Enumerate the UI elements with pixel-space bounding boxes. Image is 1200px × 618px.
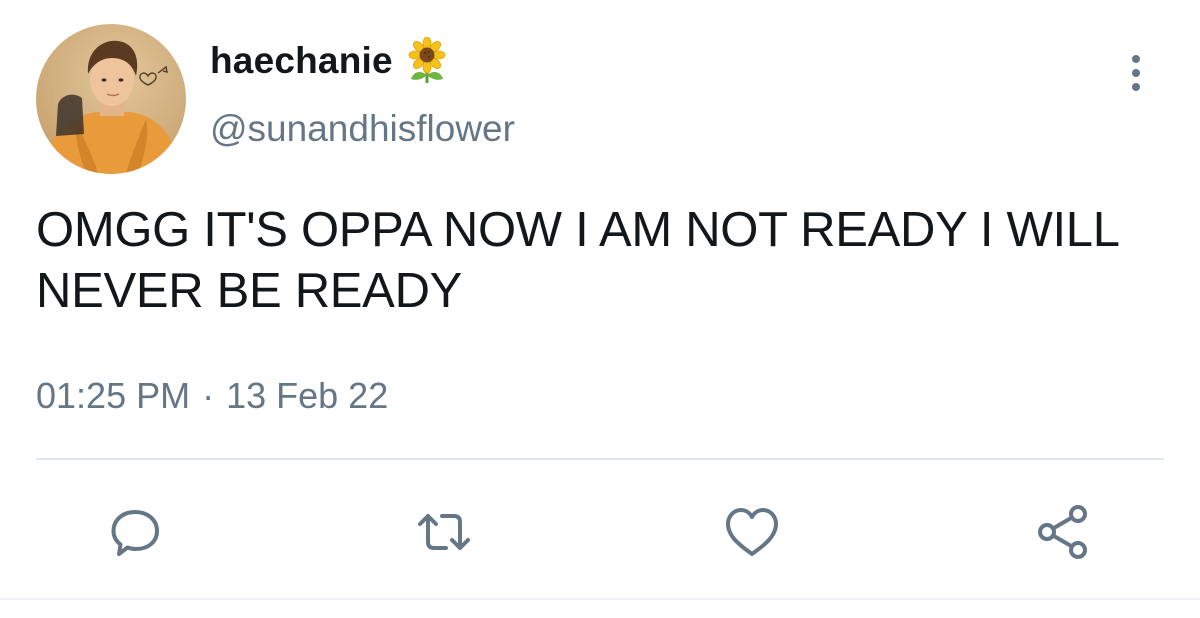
more-vertical-icon: [1132, 69, 1140, 77]
tweet-timestamp[interactable]: 01:25 PM · 13 Feb 22: [36, 375, 388, 417]
user-handle[interactable]: @sunandhisflower: [210, 108, 515, 150]
like-button[interactable]: [720, 500, 784, 564]
more-vertical-icon: [1132, 55, 1140, 63]
tweet-time: 01:25 PM: [36, 375, 191, 416]
display-name[interactable]: haechanie: [210, 40, 393, 82]
avatar-photo: [36, 24, 186, 174]
tweet-date: 13 Feb 22: [226, 375, 389, 416]
reply-icon: [111, 510, 159, 556]
tweet-card: haechanie @sunandhisflower OMGG IT'S OPP…: [0, 0, 1200, 618]
timestamp-separator: ·: [202, 375, 215, 416]
more-vertical-icon: [1132, 83, 1140, 91]
share-button[interactable]: [1031, 500, 1095, 564]
more-options-button[interactable]: [1116, 48, 1156, 98]
avatar[interactable]: [36, 24, 186, 174]
reply-button[interactable]: [103, 500, 167, 564]
heart-icon: [726, 508, 778, 556]
retweet-button[interactable]: [412, 500, 476, 564]
share-icon: [1038, 505, 1087, 559]
author-name-row: haechanie: [210, 36, 449, 86]
sunflower-icon: [405, 36, 449, 85]
divider: [36, 458, 1164, 460]
tweet-text: OMGG IT'S OPPA NOW I AM NOT READY I WILL…: [36, 203, 1118, 318]
retweet-icon: [418, 514, 470, 550]
bottom-divider: [0, 598, 1200, 600]
